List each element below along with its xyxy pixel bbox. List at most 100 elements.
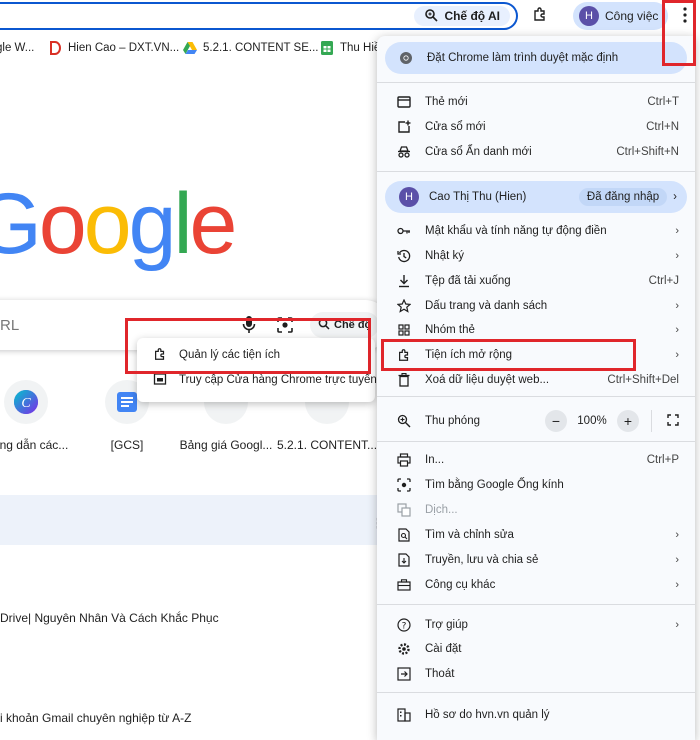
divider (377, 692, 695, 693)
settings-label: Cài đặt (425, 643, 462, 655)
zoom-controls: − 100% + (545, 410, 684, 432)
bookmark-label: 5.2.1. CONTENT SE... (203, 42, 319, 54)
google-lens-item[interactable]: Tìm bằng Google Ống kính (377, 473, 695, 497)
trash-icon (397, 373, 411, 387)
zoom-in-button[interactable]: + (617, 410, 639, 432)
divider (377, 171, 695, 172)
cast-save-share-item[interactable]: Truyền, lưu và chia sẻ › (377, 548, 695, 572)
cast-save-share-label: Truyền, lưu và chia sẻ (425, 554, 539, 566)
new-window-item[interactable]: Cửa sổ mới Ctrl+N (377, 115, 695, 139)
bookmark-item[interactable]: gle W... (0, 42, 34, 54)
chrome-web-store-label: Truy cập Cửa hàng Chrome trực tuyến (179, 374, 377, 386)
logo-letter: G (0, 176, 42, 272)
find-edit-label: Tìm và chỉnh sửa (425, 529, 514, 541)
find-page-icon (397, 528, 411, 542)
logo-letter: o (38, 176, 87, 272)
profile-name: Cao Thị Thu (Hien) (429, 191, 527, 203)
set-default-browser-item[interactable]: Đặt Chrome làm trình duyệt mặc định (385, 42, 687, 74)
feed-item[interactable]: i khoản Gmail chuyên nghiệp từ A-Z (0, 711, 191, 725)
star-icon (397, 299, 411, 313)
help-item[interactable]: ? Trợ giúp › (377, 613, 695, 637)
bookmark-item[interactable]: Thu Hiề (320, 41, 380, 55)
bookmark-item[interactable]: Hien Cao – DXT.VN... (48, 41, 179, 55)
exit-icon (397, 667, 411, 681)
settings-item[interactable]: Cài đặt (377, 637, 695, 661)
profile-label: Công việc (605, 9, 659, 23)
help-icon: ? (397, 618, 411, 632)
incognito-window-label: Cửa sổ Ẩn danh mới (425, 146, 532, 158)
print-item[interactable]: In... Ctrl+P (377, 448, 695, 472)
search-placeholder: RL (0, 317, 20, 334)
chevron-right-icon: › (675, 529, 679, 541)
print-label: In... (425, 454, 445, 466)
translate-item[interactable]: Dịch... (377, 498, 695, 522)
history-item[interactable]: Nhật ký › (377, 244, 695, 268)
passwords-autofill-label: Mật khẩu và tính năng tự động điền (425, 225, 607, 237)
extensions-toolbar-button[interactable] (530, 6, 550, 26)
shortcut-label: 5.2.1. CONTENT... (277, 438, 377, 452)
fullscreen-icon (667, 413, 679, 429)
help-label: Trợ giúp (425, 619, 468, 631)
ai-mode-label: Chế độ AI (444, 9, 500, 23)
set-default-browser-label: Đặt Chrome làm trình duyệt mặc định (427, 52, 619, 64)
chevron-right-icon: › (675, 225, 679, 237)
exit-item[interactable]: Thoát (377, 662, 695, 686)
avatar: H (579, 6, 599, 26)
incognito-window-item[interactable]: Cửa sổ Ẩn danh mới Ctrl+Shift+N (377, 140, 695, 164)
building-icon (397, 708, 411, 722)
profile-chip[interactable]: H Công việc (573, 2, 669, 30)
ai-sparkle-search-icon (424, 8, 439, 25)
shortcut-label: ướng dẫn các... (0, 438, 69, 452)
address-bar[interactable]: Chế độ AI (0, 2, 518, 30)
bookmark-label: gle W... (0, 42, 35, 54)
incognito-window-shortcut: Ctrl+Shift+N (616, 146, 679, 158)
downloads-item[interactable]: Tệp đã tải xuống Ctrl+J (377, 269, 695, 293)
signed-in-badge: Đã đăng nhập (578, 188, 668, 206)
new-window-label: Cửa sổ mới (425, 121, 486, 133)
google-drive-icon (183, 41, 197, 55)
bookmarks-lists-item[interactable]: Dấu trang và danh sách › (377, 294, 695, 318)
chrome-logo-icon (399, 51, 413, 65)
new-window-icon (397, 120, 411, 134)
browser-toolbar: Chế độ AI H Công việc (0, 0, 700, 34)
managed-profile-label: Hồ sơ do hvn.vn quản lý (425, 709, 550, 721)
clear-browsing-data-item[interactable]: Xoá dữ liệu duyệt web... Ctrl+Shift+Del (377, 368, 695, 392)
bookmark-label: Thu Hiề (340, 42, 381, 54)
save-share-icon (397, 553, 411, 567)
logo-letter: e (189, 176, 238, 272)
chevron-right-icon: › (675, 300, 679, 312)
google-sheets-icon (320, 41, 334, 55)
downloads-shortcut: Ctrl+J (648, 275, 679, 287)
feed-item[interactable]: Drive| Nguyên Nhân Và Cách Khắc Phục (0, 611, 219, 625)
clear-browsing-data-shortcut: Ctrl+Shift+Del (607, 374, 679, 386)
svg-text:C: C (21, 396, 31, 411)
logo-letter: l (173, 176, 192, 272)
divider (377, 604, 695, 605)
download-icon (397, 274, 411, 288)
profile-item[interactable]: H Cao Thị Thu (Hien) Đã đăng nhập › (385, 181, 687, 213)
avatar: H (399, 187, 419, 207)
divider (377, 441, 695, 442)
ai-mode-chip[interactable]: Chế độ AI (414, 6, 510, 26)
chevron-right-icon: › (675, 324, 679, 336)
find-edit-item[interactable]: Tìm và chỉnh sửa › (377, 523, 695, 547)
annotation-highlight-box (381, 339, 636, 371)
fullscreen-button[interactable] (662, 410, 684, 432)
annotation-highlight-box (662, 0, 696, 66)
passwords-autofill-item[interactable]: Mật khẩu và tính năng tự động điền › (377, 219, 695, 243)
toolbox-icon (397, 578, 411, 592)
shortcut-tile[interactable]: C ướng dẫn các... (0, 380, 76, 452)
translate-label: Dịch... (425, 504, 458, 516)
tab-groups-icon (397, 323, 411, 337)
more-tools-item[interactable]: Công cụ khác › (377, 573, 695, 597)
new-tab-item[interactable]: Thẻ mới Ctrl+T (377, 90, 695, 114)
incognito-icon (397, 145, 411, 159)
chevron-right-icon: › (675, 554, 679, 566)
new-tab-icon (397, 95, 411, 109)
bookmark-item[interactable]: 5.2.1. CONTENT SE... (183, 41, 318, 55)
google-lens-icon (397, 478, 411, 492)
shortcut-label: Bảng giá Googl... (179, 438, 273, 452)
zoom-out-button[interactable]: − (545, 410, 567, 432)
managed-profile-item[interactable]: Hồ sơ do hvn.vn quản lý (377, 703, 695, 727)
print-shortcut: Ctrl+P (646, 454, 679, 466)
